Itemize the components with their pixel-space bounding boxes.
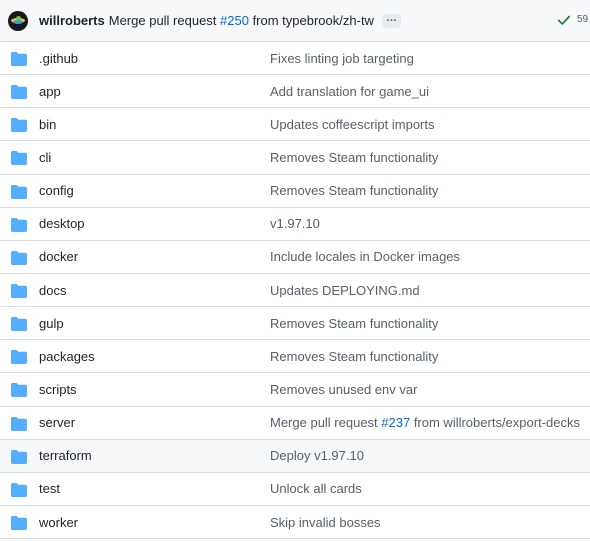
folder-icon (11, 350, 27, 365)
file-name-link[interactable]: scripts (39, 382, 77, 397)
folder-icon (11, 416, 27, 431)
file-row[interactable]: cli Removes Steam functionality (0, 141, 590, 175)
file-name-link[interactable]: config (39, 183, 74, 198)
file-row[interactable]: app Add translation for game_ui (0, 75, 590, 109)
commit-message-link[interactable]: Removes unused env var (270, 382, 417, 397)
commit-message-link[interactable]: Add translation for game_ui (270, 84, 429, 99)
commit-count[interactable]: 59 (577, 14, 588, 25)
check-icon[interactable] (557, 13, 571, 27)
commit-message-link[interactable]: Unlock all cards (270, 481, 362, 496)
commit-message-link[interactable]: Include locales in Docker images (270, 249, 460, 264)
file-row[interactable]: config Removes Steam functionality (0, 174, 590, 208)
expand-commit-button[interactable]: … (381, 12, 401, 28)
commit-message-link[interactable]: v1.97.10 (270, 216, 320, 231)
file-name-link[interactable]: gulp (39, 316, 64, 331)
commit-message-link[interactable]: Updates DEPLOYING.md (270, 283, 420, 298)
folder-icon (11, 515, 27, 530)
file-name-link[interactable]: docker (39, 249, 78, 264)
file-list: .github Fixes linting job targeting app Add… (0, 42, 590, 540)
commit-message-prefix[interactable]: Merge pull request (109, 13, 220, 28)
file-name-link[interactable]: app (39, 84, 61, 99)
file-row[interactable]: docs Updates DEPLOYING.md (0, 273, 590, 308)
commit-author-link[interactable]: willroberts (39, 13, 105, 28)
commit-message-link[interactable]: Removes Steam functionality (270, 183, 438, 198)
folder-icon (11, 449, 27, 464)
file-row[interactable]: bin Updates coffeescript imports (0, 108, 590, 142)
folder-icon (11, 283, 27, 298)
file-row[interactable]: server Merge pull request #237 from willr… (0, 406, 590, 440)
file-name-link[interactable]: packages (39, 349, 95, 364)
pull-request-link[interactable]: #250 (220, 13, 249, 28)
folder-icon (11, 217, 27, 232)
file-row[interactable]: packages Removes Steam functionality (0, 340, 590, 374)
file-name-link[interactable]: cli (39, 150, 51, 165)
file-row[interactable]: desktop v1.97.10 (0, 207, 590, 241)
commit-message-suffix[interactable]: from willroberts/export-decks (410, 415, 580, 430)
folder-icon (11, 118, 27, 133)
folder-icon (11, 52, 27, 66)
folder-icon (11, 184, 27, 199)
avatar[interactable] (8, 10, 28, 31)
pull-request-link[interactable]: #237 (381, 415, 410, 430)
commit-message-prefix[interactable]: Merge pull request (270, 415, 381, 430)
commit-message-link[interactable]: Merge pull request #237 from willroberts… (270, 415, 580, 430)
folder-icon (11, 250, 27, 265)
file-name-link[interactable]: server (39, 415, 75, 430)
commit-message-link[interactable]: Removes Steam functionality (270, 349, 438, 364)
file-name-link[interactable]: worker (39, 515, 78, 530)
commit-message-link[interactable]: Removes Steam functionality (270, 150, 438, 165)
file-name-link[interactable]: terraform (39, 448, 92, 463)
commit-message-link[interactable]: Fixes linting job targeting (270, 51, 414, 66)
commit-message-suffix[interactable]: from typebrook/zh-tw (249, 13, 374, 28)
commit-message-link[interactable]: Deploy v1.97.10 (270, 448, 364, 463)
file-row[interactable]: scripts Removes unused env var (0, 373, 590, 407)
file-name-link[interactable]: test (39, 481, 60, 496)
latest-commit-bar: willroberts Merge pull request #250 from… (0, 0, 590, 42)
folder-icon (11, 482, 27, 497)
commit-message-link[interactable]: Skip invalid bosses (270, 515, 381, 530)
folder-icon (11, 85, 27, 100)
file-name-link[interactable]: docs (39, 283, 66, 298)
file-name-link[interactable]: bin (39, 117, 56, 132)
commit-message[interactable]: Merge pull request #250 from typebrook/z… (109, 13, 374, 28)
folder-icon (11, 151, 27, 166)
folder-icon (11, 383, 27, 398)
file-row[interactable]: test Unlock all cards (0, 472, 590, 506)
file-name-link[interactable]: desktop (39, 216, 85, 231)
folder-icon (11, 317, 27, 332)
file-name-link[interactable]: .github (39, 51, 78, 66)
file-row[interactable]: docker Include locales in Docker images (0, 240, 590, 274)
file-row[interactable]: terraform Deploy v1.97.10 (0, 439, 590, 473)
file-row[interactable]: worker Skip invalid bosses (0, 505, 590, 540)
file-row[interactable]: .github Fixes linting job targeting (0, 42, 590, 76)
commit-message-link[interactable]: Removes Steam functionality (270, 316, 438, 331)
file-row[interactable]: gulp Removes Steam functionality (0, 307, 590, 341)
commit-message-link[interactable]: Updates coffeescript imports (270, 117, 435, 132)
